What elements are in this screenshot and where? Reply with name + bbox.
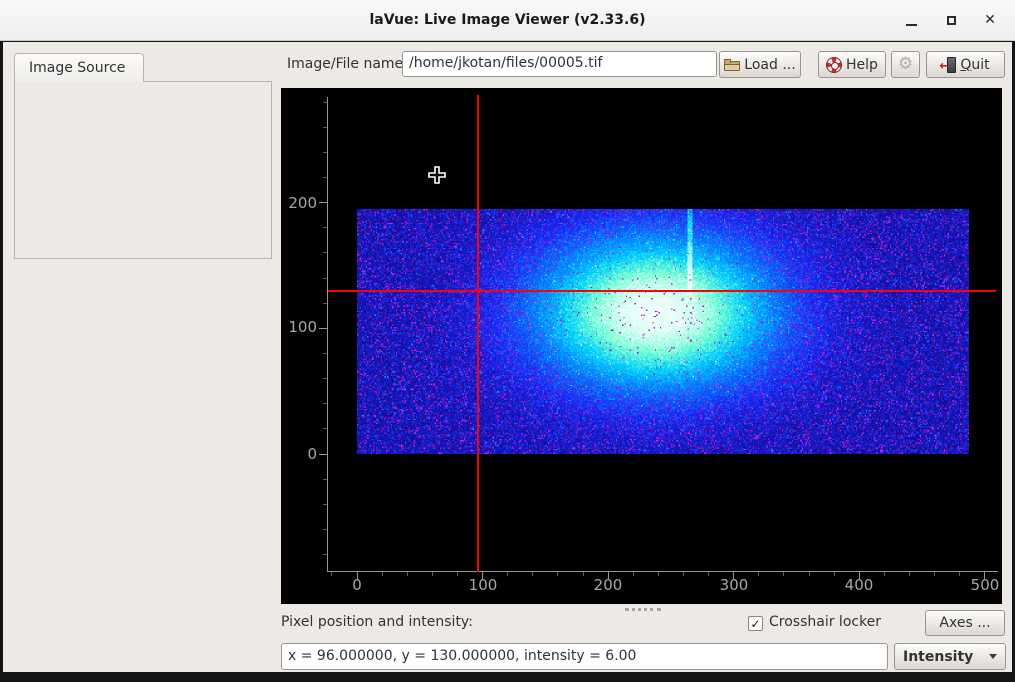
load-button[interactable]: Load ... bbox=[719, 51, 801, 78]
axis-tick bbox=[407, 572, 408, 576]
axis-tick bbox=[319, 454, 327, 455]
axis-tick bbox=[583, 572, 584, 576]
detector-image-canvas[interactable] bbox=[357, 209, 969, 454]
window-title: laVue: Live Image Viewer (v2.33.6) bbox=[0, 0, 1015, 41]
load-button-label: Load ... bbox=[744, 57, 795, 73]
maximize-button[interactable] bbox=[936, 0, 966, 41]
y-tick-label: 100 bbox=[281, 318, 317, 336]
app-window: laVue: Live Image Viewer (v2.33.6) ✕ Ima… bbox=[0, 0, 1015, 682]
axis-tick bbox=[323, 303, 327, 304]
axis-tick bbox=[323, 227, 327, 228]
close-icon: ✕ bbox=[975, 0, 1005, 41]
intensity-select-value: Intensity bbox=[903, 649, 973, 665]
axes-button-label: Axes ... bbox=[939, 615, 990, 631]
axis-tick bbox=[959, 572, 960, 576]
minimize-icon bbox=[906, 24, 917, 26]
axis-tick bbox=[658, 572, 659, 576]
axis-tick bbox=[319, 328, 327, 329]
axis-tick bbox=[884, 572, 885, 576]
y-axis-line bbox=[327, 97, 328, 571]
pixel-position-input[interactable]: x = 96.000000, y = 130.000000, intensity… bbox=[281, 643, 888, 670]
settings-button[interactable]: ⚙ bbox=[891, 51, 920, 78]
crosshair-locker-label: Crosshair locker bbox=[769, 610, 881, 635]
crosshair-locker-checkbox[interactable]: ✓ bbox=[748, 616, 763, 631]
axis-tick bbox=[783, 572, 784, 576]
axis-tick bbox=[323, 403, 327, 404]
axis-tick bbox=[608, 572, 609, 579]
tab-image-source[interactable]: Image Source bbox=[14, 53, 144, 82]
close-button[interactable]: ✕ bbox=[975, 0, 1005, 41]
axis-tick bbox=[323, 152, 327, 153]
maximize-icon bbox=[947, 16, 956, 25]
filename-input[interactable]: /home/jkotan/files/00005.tif bbox=[402, 51, 717, 77]
crosshair-cursor-icon bbox=[428, 166, 446, 184]
axis-tick bbox=[733, 572, 734, 579]
intensity-select[interactable]: Intensity bbox=[894, 643, 1006, 670]
help-button-label: Help bbox=[846, 57, 878, 73]
axis-tick bbox=[909, 572, 910, 576]
axis-tick bbox=[859, 572, 860, 579]
y-tick-label: 200 bbox=[281, 194, 317, 212]
axis-tick bbox=[323, 479, 327, 480]
quit-button-label: Quit bbox=[960, 57, 989, 73]
image-source-panel bbox=[14, 81, 272, 259]
help-button[interactable]: Help bbox=[818, 51, 886, 78]
filename-label: Image/File name: bbox=[287, 52, 408, 77]
axis-tick bbox=[708, 572, 709, 576]
axis-tick bbox=[834, 572, 835, 576]
x-axis-line bbox=[327, 571, 998, 572]
axis-tick bbox=[323, 529, 327, 530]
axis-tick bbox=[323, 353, 327, 354]
axis-tick bbox=[323, 428, 327, 429]
lifebuoy-icon bbox=[826, 57, 842, 73]
axis-tick bbox=[432, 572, 433, 576]
axis-tick bbox=[323, 252, 327, 253]
axis-tick bbox=[323, 102, 327, 103]
minimize-button[interactable] bbox=[896, 0, 926, 41]
axis-tick bbox=[532, 572, 533, 576]
axis-tick bbox=[323, 177, 327, 178]
axis-tick bbox=[758, 572, 759, 576]
axis-tick bbox=[507, 572, 508, 576]
axis-tick bbox=[934, 572, 935, 576]
axis-tick bbox=[323, 378, 327, 379]
axis-tick bbox=[323, 278, 327, 279]
crosshair-horizontal-line[interactable] bbox=[328, 290, 996, 292]
axis-tick bbox=[331, 572, 332, 576]
pixel-position-label: Pixel position and intensity: bbox=[281, 610, 473, 635]
axis-tick bbox=[984, 572, 985, 579]
axis-tick bbox=[323, 504, 327, 505]
chevron-down-icon bbox=[989, 654, 997, 659]
axis-tick bbox=[683, 572, 684, 576]
door-exit-icon: ← bbox=[941, 57, 956, 73]
axis-tick bbox=[323, 554, 327, 555]
plot-area[interactable]: 0 100 200 300 400 500 0 100 200 bbox=[281, 88, 1002, 604]
crosshair-vertical-line[interactable] bbox=[477, 95, 479, 572]
axis-tick bbox=[633, 572, 634, 576]
axis-tick bbox=[382, 572, 383, 576]
axis-tick bbox=[319, 202, 327, 203]
quit-button[interactable]: ← Quit bbox=[926, 51, 1005, 78]
folder-icon bbox=[724, 59, 740, 71]
axis-tick bbox=[357, 572, 358, 579]
axis-tick bbox=[557, 572, 558, 576]
axes-button[interactable]: Axes ... bbox=[925, 610, 1005, 636]
title-bar[interactable]: laVue: Live Image Viewer (v2.33.6) ✕ bbox=[0, 0, 1015, 41]
axis-tick bbox=[457, 572, 458, 576]
main-content: Image Source Source: Hidra Server: haspi… bbox=[3, 42, 1012, 672]
y-tick-label: 0 bbox=[281, 445, 317, 463]
axis-tick bbox=[323, 127, 327, 128]
x-tick-label: 500 bbox=[960, 576, 1002, 594]
gear-icon: ⚙ bbox=[898, 56, 913, 73]
splitter-handle[interactable] bbox=[625, 608, 661, 611]
axis-tick bbox=[482, 572, 483, 579]
axis-tick bbox=[809, 572, 810, 576]
